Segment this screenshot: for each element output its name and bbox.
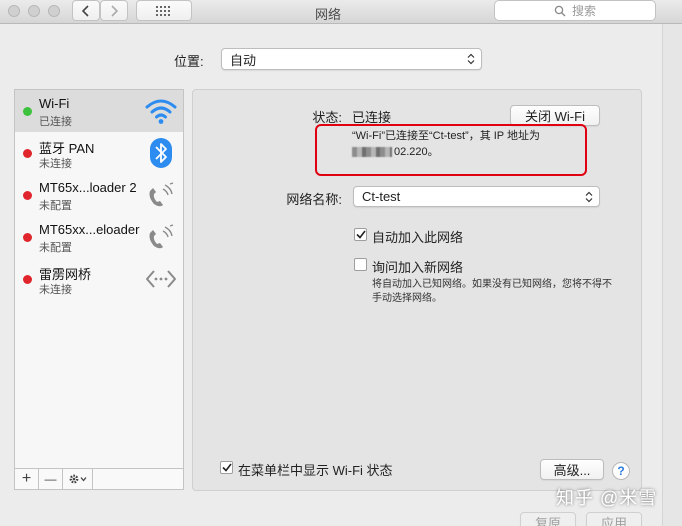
service-item-wifi[interactable]: Wi-Fi 已连接 <box>15 90 183 132</box>
turn-off-wifi-button[interactable]: 关闭 Wi-Fi <box>510 105 600 126</box>
service-status: 未配置 <box>39 200 72 212</box>
advanced-button[interactable]: 高级... <box>540 459 604 480</box>
chevron-right-icon <box>111 4 119 17</box>
bridge-icon <box>145 264 177 294</box>
auto-join-checkbox[interactable] <box>354 228 367 241</box>
location-label: 位置: <box>174 54 204 69</box>
service-list-toolbar: + — <box>14 469 184 490</box>
auto-join-label: 自动加入此网络 <box>372 230 464 245</box>
show-wifi-in-menubar-label: 在菜单栏中显示 Wi-Fi 状态 <box>238 463 393 478</box>
status-dot-disconnected <box>23 191 32 200</box>
remove-service-button[interactable]: — <box>39 469 63 489</box>
apply-button[interactable]: 应用 <box>586 512 642 526</box>
window-title: 网络 <box>314 7 341 22</box>
service-item-mt65x-loader-2[interactable]: MT65x...loader 2 未配置 <box>15 174 183 216</box>
network-name-value: Ct-test <box>362 189 401 204</box>
revert-button[interactable]: 复原 <box>520 512 576 526</box>
service-name: MT65x...loader 2 <box>39 180 137 195</box>
show-wifi-in-menubar-checkbox[interactable] <box>220 461 233 474</box>
status-dot-disconnected <box>23 149 32 158</box>
service-item-mt65xx-eloader[interactable]: MT65xx...eloader 未配置 <box>15 216 183 258</box>
network-name-popup[interactable]: Ct-test <box>353 186 600 207</box>
search-icon <box>554 5 566 16</box>
bluetooth-icon <box>145 138 177 168</box>
close-window-button[interactable] <box>8 5 20 17</box>
search-placeholder: 搜索 <box>571 4 596 18</box>
updown-arrows-icon <box>585 191 593 202</box>
updown-arrows-icon <box>467 53 475 65</box>
minimize-window-button[interactable] <box>28 5 40 17</box>
checkmark-icon <box>221 463 232 472</box>
location-value: 自动 <box>230 52 257 68</box>
title-bar: 网络 搜索 <box>0 0 682 24</box>
gear-icon <box>69 474 86 484</box>
service-status: 未配置 <box>39 242 72 254</box>
window-edge <box>662 24 682 526</box>
service-list: Wi-Fi 已连接 蓝牙 PAN 未连接 MT65x...loader 2 未配… <box>14 89 184 469</box>
add-service-button[interactable]: + <box>15 469 39 489</box>
forward-button[interactable] <box>100 0 128 21</box>
checkmark-icon <box>355 230 366 239</box>
watermark-text: 知乎 @米雪 <box>556 488 658 508</box>
network-name-label: 网络名称: <box>286 192 342 207</box>
status-dot-connected <box>23 107 32 116</box>
phone-icon <box>145 222 177 252</box>
back-button[interactable] <box>72 0 100 21</box>
highlight-box <box>315 124 587 176</box>
search-field[interactable]: 搜索 <box>494 0 656 21</box>
grid-icon <box>156 5 170 16</box>
service-actions-button[interactable] <box>63 469 93 489</box>
status-dot-disconnected <box>23 233 32 242</box>
service-status: 未连接 <box>39 158 72 170</box>
location-popup[interactable]: 自动 <box>221 48 482 70</box>
service-item-thunderbolt-bridge[interactable]: 雷雳网桥 未连接 <box>15 258 183 300</box>
service-item-bluetooth-pan[interactable]: 蓝牙 PAN 未连接 <box>15 132 183 174</box>
ask-join-note: 将自动加入已知网络。如果没有已知网络，您将不得不手动选择网络。 <box>372 279 612 304</box>
wifi-icon <box>145 96 177 126</box>
service-name: MT65xx...eloader <box>39 222 140 237</box>
status-dot-disconnected <box>23 275 32 284</box>
zoom-window-button[interactable] <box>48 5 60 17</box>
show-all-button[interactable] <box>136 0 192 21</box>
phone-icon <box>145 180 177 210</box>
ask-join-label: 询问加入新网络 <box>372 260 464 275</box>
ask-join-checkbox[interactable] <box>354 258 367 271</box>
service-status: 未连接 <box>39 284 72 296</box>
chevron-left-icon <box>81 4 89 17</box>
service-name: Wi-Fi <box>39 96 70 111</box>
help-button[interactable]: ? <box>612 462 630 480</box>
service-status: 已连接 <box>39 116 72 128</box>
